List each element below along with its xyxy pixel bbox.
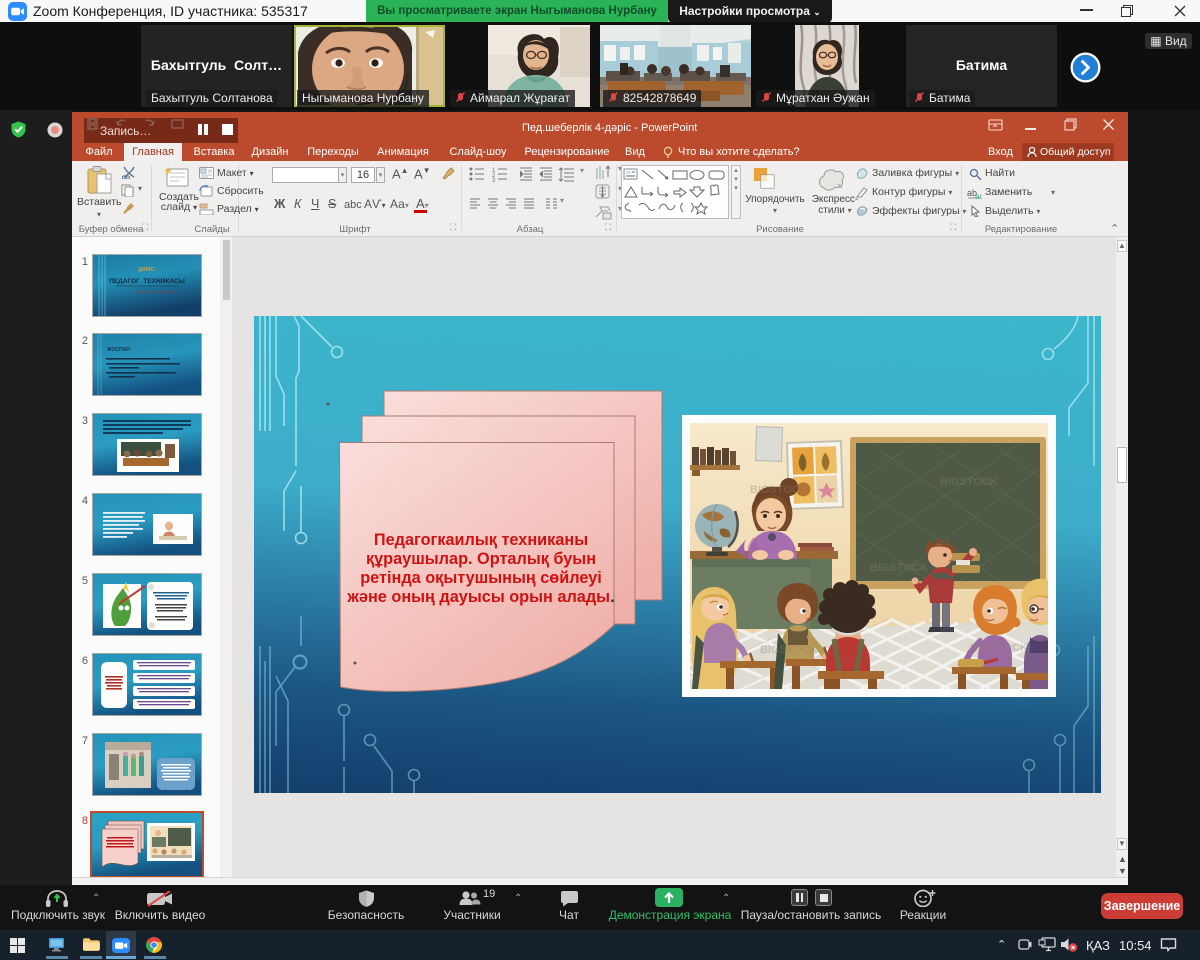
svg-text:және оның дауысы орын алады.: және оның дауысы орын алады. — [346, 588, 614, 606]
svg-text:BIGSTOCK: BIGSTOCK — [970, 642, 1028, 654]
svg-text:өте маңызды мәселелердің бірі: өте маңызды мәселелердің бірі — [133, 290, 177, 294]
svg-text:ретінда оқытушының сөйлеуі: ретінда оқытушының сөйлеуі — [360, 569, 602, 587]
svg-text:ДӘРІС:: ДӘРІС: — [138, 267, 156, 273]
svg-text:ЖОСПАР:: ЖОСПАР: — [106, 347, 131, 353]
svg-text:Педагогкаилық техниканы: Педагогкаилық техниканы — [374, 531, 588, 549]
svg-text:BIGSTOCK: BIGSTOCK — [750, 484, 808, 496]
svg-text:3: 3 — [492, 178, 496, 182]
svg-text:құраушылар. Орталық буын: құраушылар. Орталық буын — [366, 550, 596, 568]
svg-text:ПЕДАГОГ ТЕХНИКАСЫ: ПЕДАГОГ ТЕХНИКАСЫ — [109, 278, 185, 285]
svg-text:ac: ac — [975, 192, 982, 199]
svg-text:BIGSTOCK: BIGSTOCK — [940, 476, 998, 488]
svg-text:BIGSTOCK: BIGSTOCK — [870, 562, 928, 574]
svg-text:BIGSTOCK: BIGSTOCK — [760, 644, 818, 656]
